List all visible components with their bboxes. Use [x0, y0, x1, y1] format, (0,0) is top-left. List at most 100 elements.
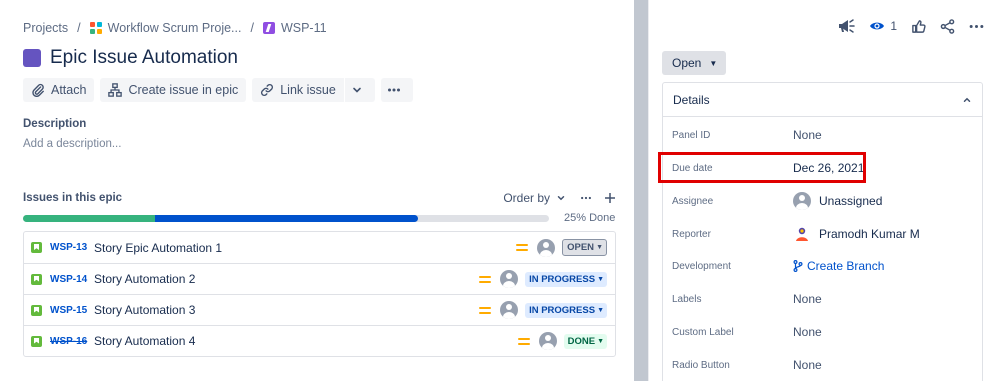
share-icon[interactable] — [940, 18, 955, 34]
order-by-button[interactable]: Order by — [503, 191, 550, 205]
table-row[interactable]: WSP-13 Story Epic Automation 1 OPEN ▼ — [24, 232, 615, 263]
status-dropdown[interactable]: DONE ▼ — [563, 333, 607, 349]
issue-header-actions: 1 — [837, 18, 984, 34]
breadcrumb-project-label: Workflow Scrum Proje... — [107, 21, 242, 35]
field-value[interactable]: None — [793, 292, 822, 306]
link-issue-split-button: Link issue — [252, 78, 375, 102]
issue-summary[interactable]: Story Automation 4 — [94, 334, 195, 348]
field-development: Development Create Branch — [672, 259, 884, 273]
priority-medium-icon — [516, 243, 529, 252]
more-horizontal-icon — [387, 88, 400, 92]
reporter-name: Pramodh Kumar M — [819, 227, 920, 241]
watch-button[interactable]: 1 — [869, 19, 897, 33]
table-row[interactable]: WSP-16 Story Automation 4 DONE ▼ — [24, 325, 615, 356]
issue-key-link[interactable]: WSP-14 — [50, 274, 94, 285]
chevron-up-icon[interactable] — [962, 95, 972, 105]
table-row[interactable]: WSP-14 Story Automation 2 IN PROGRESS ▼ — [24, 263, 615, 294]
assignee-value[interactable]: Unassigned — [793, 192, 882, 210]
issue-summary[interactable]: Story Automation 3 — [94, 303, 195, 317]
issue-row-meta: DONE ▼ — [517, 332, 607, 350]
issue-key-link[interactable]: WSP-13 — [50, 242, 94, 253]
chevron-down-icon: ▼ — [597, 337, 604, 345]
chevron-down-icon: ▼ — [709, 58, 718, 68]
avatar[interactable] — [538, 332, 557, 350]
add-icon[interactable] — [604, 192, 616, 204]
avatar[interactable] — [500, 301, 519, 319]
eye-icon — [870, 22, 885, 30]
attach-button[interactable]: Attach — [23, 78, 95, 102]
issues-in-epic-header: Issues in this epic Order by — [23, 191, 616, 205]
breadcrumb-projects[interactable]: Projects — [23, 21, 68, 35]
status-dropdown[interactable]: IN PROGRESS ▼ — [525, 271, 607, 287]
breadcrumb-project[interactable]: Workflow Scrum Proje... — [89, 21, 242, 35]
story-type-icon — [31, 273, 42, 285]
field-label: Radio Button — [672, 359, 730, 371]
more-horizontal-icon[interactable] — [580, 192, 592, 204]
issue-toolbar: Attach Create issue in epic Link issue — [23, 78, 413, 102]
field-label: Panel ID — [672, 129, 711, 141]
issue-row-meta: OPEN ▼ — [516, 238, 607, 257]
thumbs-up-icon[interactable] — [911, 19, 926, 34]
issue-side-panel: 1 Open ▼ Details Panel ID None Due date … — [649, 0, 998, 381]
progress-percent-label: 25% Done — [564, 212, 616, 224]
details-panel: Details Panel ID None Due date Dec 26, 2… — [662, 82, 983, 381]
chevron-down-icon[interactable] — [556, 193, 566, 203]
status-dropdown[interactable]: OPEN ▼ — [562, 239, 607, 256]
field-radio-button: Radio Button None — [672, 358, 822, 372]
breadcrumb-separator: / — [77, 21, 81, 35]
hierarchy-icon — [108, 83, 123, 97]
field-panel-id: Panel ID None — [672, 128, 822, 142]
field-label: Assignee — [672, 195, 714, 207]
feedback-megaphone-icon[interactable] — [837, 18, 856, 34]
epic-progress: 25% Done — [23, 212, 616, 224]
watch-count: 1 — [890, 19, 897, 33]
issue-summary[interactable]: Story Automation 2 — [94, 272, 195, 286]
reporter-value[interactable]: Pramodh Kumar M — [793, 225, 920, 243]
avatar — [793, 192, 811, 210]
status-dropdown[interactable]: IN PROGRESS ▼ — [525, 302, 607, 318]
create-branch-link[interactable]: Create Branch — [793, 259, 884, 273]
description-placeholder[interactable]: Add a description... — [23, 138, 121, 150]
more-horizontal-icon[interactable] — [969, 19, 984, 34]
field-labels: Labels None — [672, 292, 822, 306]
issue-key-link[interactable]: WSP-15 — [50, 305, 94, 316]
assignee-name: Unassigned — [819, 194, 883, 208]
story-type-icon — [31, 304, 42, 316]
issue-title-row: Epic Issue Automation — [23, 47, 238, 69]
field-value[interactable]: None — [793, 325, 822, 339]
details-title: Details — [673, 92, 710, 107]
avatar[interactable] — [500, 270, 519, 288]
create-branch-label: Create Branch — [807, 259, 885, 273]
field-value[interactable]: None — [793, 128, 822, 142]
link-issue-dropdown-button[interactable] — [344, 78, 375, 102]
field-label: Development — [672, 260, 731, 272]
avatar[interactable] — [537, 238, 556, 257]
breadcrumb-issue-label: WSP-11 — [280, 21, 327, 35]
breadcrumb-issue[interactable]: WSP-11 — [262, 21, 327, 35]
branch-icon — [793, 260, 803, 272]
link-icon — [261, 84, 274, 96]
chevron-down-icon: ▼ — [597, 306, 604, 314]
issue-key-link[interactable]: WSP-16 — [50, 336, 94, 347]
panel-resize-handle[interactable] — [634, 0, 648, 381]
description-label: Description — [23, 118, 87, 130]
create-issue-in-epic-button[interactable]: Create issue in epic — [100, 78, 247, 102]
field-value[interactable]: None — [793, 358, 822, 372]
details-panel-header[interactable]: Details — [663, 83, 982, 117]
progress-done-segment — [23, 214, 155, 222]
chevron-down-icon — [353, 87, 361, 93]
avatar — [796, 227, 808, 241]
issue-title[interactable]: Epic Issue Automation — [50, 47, 238, 69]
link-issue-button[interactable]: Link issue — [252, 78, 344, 102]
paperclip-icon — [32, 83, 44, 97]
status-transition-button[interactable]: Open ▼ — [662, 51, 726, 75]
status-label: OPEN — [567, 242, 595, 253]
issue-row-meta: IN PROGRESS ▼ — [479, 301, 607, 319]
more-actions-button[interactable] — [380, 78, 413, 102]
table-row[interactable]: WSP-15 Story Automation 3 IN PROGRESS ▼ — [24, 294, 615, 325]
chevron-down-icon: ▼ — [597, 275, 604, 283]
breadcrumb-separator: / — [250, 21, 254, 35]
status-label: IN PROGRESS — [529, 304, 596, 316]
issue-summary[interactable]: Story Epic Automation 1 — [94, 241, 222, 255]
child-issues-table: WSP-13 Story Epic Automation 1 OPEN ▼ WSP… — [23, 231, 616, 357]
